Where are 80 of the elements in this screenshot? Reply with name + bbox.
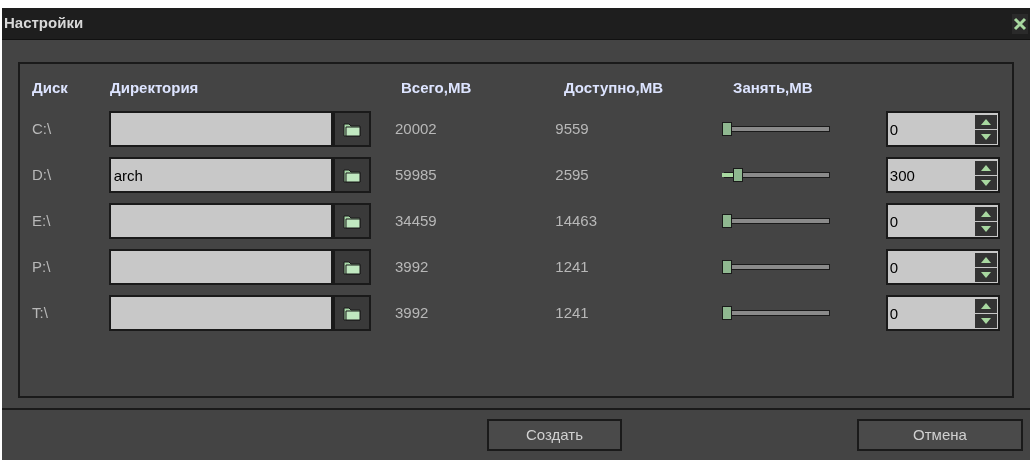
- folder-icon: [342, 259, 361, 275]
- increment-button[interactable]: [975, 114, 997, 129]
- create-button[interactable]: Создать: [487, 419, 622, 451]
- spinner-value-field[interactable]: 0: [887, 113, 970, 145]
- folder-icon: [342, 121, 361, 137]
- available-value: 1241: [555, 303, 589, 321]
- down-arrow-icon: [981, 225, 991, 232]
- slider[interactable]: [721, 260, 830, 274]
- directory-field[interactable]: [108, 111, 333, 147]
- spinner[interactable]: 0: [885, 111, 1000, 147]
- available-value: 9559: [555, 119, 589, 137]
- browse-button[interactable]: [332, 111, 371, 147]
- increment-button[interactable]: [975, 206, 997, 221]
- directory-field[interactable]: arch: [108, 157, 333, 193]
- disk-label: P:\: [32, 257, 51, 275]
- up-arrow-icon: [981, 210, 991, 217]
- directory-field[interactable]: [108, 249, 333, 285]
- browse-button[interactable]: [332, 249, 371, 285]
- spinner[interactable]: 300: [885, 157, 1000, 193]
- increment-button[interactable]: [975, 298, 997, 313]
- increment-button[interactable]: [975, 160, 997, 175]
- decrement-button[interactable]: [975, 313, 997, 328]
- up-arrow-icon: [981, 118, 991, 125]
- directory-field[interactable]: [108, 295, 333, 331]
- browse-button[interactable]: [332, 203, 371, 239]
- slider-thumb[interactable]: [721, 122, 732, 136]
- decrement-button[interactable]: [975, 129, 997, 144]
- disk-label: D:\: [32, 165, 52, 183]
- folder-icon: [342, 213, 361, 229]
- spinner[interactable]: 0: [885, 295, 1000, 331]
- column-header: Доступно,MB: [564, 78, 664, 96]
- spinner-value-field[interactable]: 300: [887, 159, 970, 191]
- total-value: 3992: [394, 257, 429, 275]
- directory-field[interactable]: [108, 203, 333, 239]
- column-header: Директория: [110, 78, 199, 96]
- decrement-button[interactable]: [975, 267, 997, 282]
- slider-thumb[interactable]: [721, 214, 732, 228]
- available-value: 1241: [555, 257, 589, 275]
- disk-label: T:\: [32, 303, 48, 321]
- slider-thumb[interactable]: [721, 306, 732, 320]
- total-value: 34459: [394, 211, 437, 229]
- column-header: Всего,MB: [401, 78, 472, 96]
- slider-thumb[interactable]: [733, 168, 744, 182]
- down-arrow-icon: [981, 317, 991, 324]
- down-arrow-icon: [981, 179, 991, 186]
- slider[interactable]: [721, 214, 830, 228]
- total-value: 20002: [394, 119, 437, 137]
- slider-thumb[interactable]: [721, 260, 732, 274]
- total-value: 59985: [394, 165, 437, 183]
- up-arrow-icon: [981, 164, 991, 171]
- window-title: Настройки: [4, 13, 84, 34]
- up-arrow-icon: [981, 302, 991, 309]
- disk-label: E:\: [32, 211, 51, 229]
- up-arrow-icon: [981, 256, 991, 263]
- close-icon: [1013, 16, 1027, 31]
- down-arrow-icon: [981, 271, 991, 278]
- browse-button[interactable]: [332, 295, 371, 331]
- folder-icon: [342, 167, 361, 183]
- close-button[interactable]: [1012, 13, 1028, 34]
- slider[interactable]: [721, 306, 830, 320]
- spinner-value-field[interactable]: 0: [887, 297, 970, 329]
- folder-icon: [342, 305, 361, 321]
- available-value: 2595: [555, 165, 589, 183]
- decrement-button[interactable]: [975, 221, 997, 236]
- column-header: Занять,MB: [733, 78, 813, 96]
- spinner[interactable]: 0: [885, 249, 1000, 285]
- spinner-value-field[interactable]: 0: [887, 205, 970, 237]
- total-value: 3992: [394, 303, 429, 321]
- slider[interactable]: [721, 122, 830, 136]
- browse-button[interactable]: [332, 157, 371, 193]
- down-arrow-icon: [981, 133, 991, 140]
- slider[interactable]: [721, 168, 830, 182]
- column-header: Диск: [32, 78, 68, 96]
- disk-label: C:\: [32, 119, 52, 137]
- cancel-button[interactable]: Отмена: [857, 419, 1023, 451]
- increment-button[interactable]: [975, 252, 997, 267]
- spinner[interactable]: 0: [885, 203, 1000, 239]
- available-value: 14463: [555, 211, 598, 229]
- spinner-value-field[interactable]: 0: [887, 251, 970, 283]
- decrement-button[interactable]: [975, 175, 997, 190]
